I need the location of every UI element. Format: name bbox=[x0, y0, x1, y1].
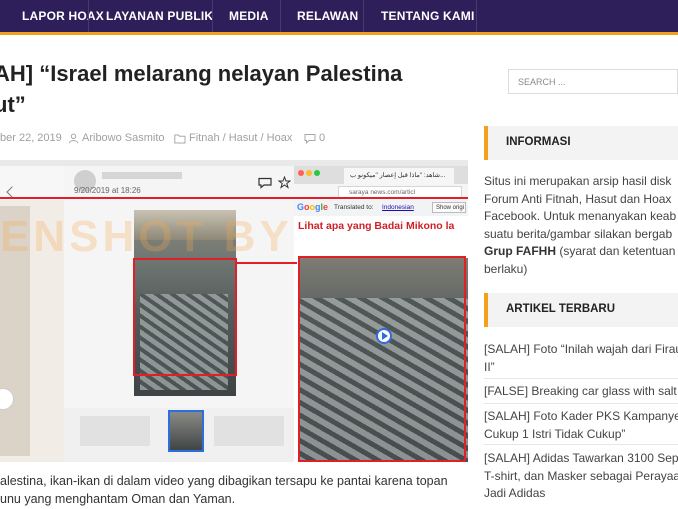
top-navigation: LAPOR HOAX LAYANAN PUBLIK MEDIA RELAWAN … bbox=[0, 0, 678, 32]
body-line: unu yang menghantam Oman dan Yaman. bbox=[0, 492, 236, 506]
recent-article-link[interactable]: [SALAH] Foto “Inilah wajah dari Firau II… bbox=[484, 341, 678, 376]
translated-headline: Lihat apa yang Badai Mikono la bbox=[298, 220, 455, 232]
social-post-panel: 9/20/2019 at 18:26 bbox=[64, 166, 294, 462]
search-input[interactable] bbox=[509, 70, 677, 93]
browser-tab[interactable]: شاهد: "ماذا قبل إعصار "ميكونو ب... bbox=[344, 168, 454, 184]
divider bbox=[484, 444, 678, 445]
play-icon[interactable] bbox=[376, 328, 392, 344]
nav-divider bbox=[88, 0, 89, 32]
divider bbox=[484, 403, 678, 404]
nav-divider bbox=[363, 0, 364, 32]
nav-item-tentang-kami[interactable]: TENTANG KAMI bbox=[381, 0, 475, 32]
phone-screenshot-panel bbox=[0, 166, 64, 462]
recent-article-link[interactable]: [FALSE] Breaking car glass with salt a bbox=[484, 383, 678, 401]
info-text: Situs ini merupakan arsip hasil disk For… bbox=[484, 173, 678, 278]
user-icon bbox=[68, 133, 79, 144]
info-line: Facebook. Untuk menanyakan keab bbox=[484, 209, 677, 223]
connector-line bbox=[237, 262, 297, 264]
search-box bbox=[508, 69, 678, 94]
group-link[interactable]: Grup FAFHH bbox=[484, 244, 556, 258]
post-categories[interactable]: Fitnah / Hasut / Hoax bbox=[189, 132, 292, 144]
article-title-line: ut” bbox=[0, 92, 26, 117]
browser-screenshot-panel: شاهد: "ماذا قبل إعصار "ميكونو ب... saray… bbox=[294, 166, 468, 462]
comment-icon bbox=[304, 134, 316, 144]
nav-item-media[interactable]: MEDIA bbox=[229, 0, 269, 32]
widget-header-informasi: INFORMASI bbox=[484, 126, 678, 160]
star-icon bbox=[278, 176, 291, 189]
widget-title: INFORMASI bbox=[506, 136, 571, 148]
folder-icon bbox=[174, 134, 186, 144]
nav-item-relawan[interactable]: RELAWAN bbox=[297, 0, 358, 32]
nav-divider bbox=[212, 0, 213, 32]
info-line: Forum Anti Fitnah, Hasut dan Hoax bbox=[484, 191, 672, 206]
widget-title: ARTIKEL TERBARU bbox=[506, 303, 616, 315]
info-line-rest: (syarat dan ketentuan p bbox=[556, 244, 678, 258]
divider bbox=[484, 378, 678, 379]
article-title-line: AH] “Israel melarang nelayan Palestina bbox=[0, 61, 403, 86]
recent-article-link[interactable]: [SALAH] Foto Kader PKS Kampanyeka Cukup … bbox=[484, 408, 678, 443]
nav-item-lapor-hoax[interactable]: LAPOR HOAX bbox=[22, 0, 104, 32]
nav-accent-bar bbox=[0, 32, 678, 35]
info-line: Grup FAFHH (syarat dan ketentuan p bbox=[484, 243, 678, 261]
post-author[interactable]: Aribowo Sasmito bbox=[82, 132, 165, 144]
highlight-box bbox=[133, 258, 237, 376]
show-original-button[interactable]: Show origi bbox=[432, 202, 466, 213]
featured-image: 9/20/2019 at 18:26 شاهد: "ماذا قبل إعصار… bbox=[0, 160, 468, 462]
translate-label: Translated to: bbox=[334, 204, 374, 211]
google-logo: Google bbox=[297, 202, 329, 212]
connector-line bbox=[0, 197, 468, 199]
translate-language[interactable]: Indonesian bbox=[382, 204, 414, 211]
recent-article-link[interactable]: [SALAH] Adidas Tawarkan 3100 Sepa T-shir… bbox=[484, 450, 678, 503]
article-body: alestina, ikan-ikan di dalam video yang … bbox=[0, 472, 468, 508]
info-line: berlaku) bbox=[484, 261, 528, 276]
comment-icon bbox=[258, 177, 272, 189]
widget-header-artikel-terbaru: ARTIKEL TERBARU bbox=[484, 293, 678, 327]
body-line: alestina, ikan-ikan di dalam video yang … bbox=[0, 474, 448, 488]
info-line: Situs ini merupakan arsip hasil disk bbox=[484, 174, 672, 188]
article-title: AH] “Israel melarang nelayan Palestina u… bbox=[0, 58, 464, 120]
highlight-box bbox=[298, 256, 466, 462]
nav-item-layanan-publik[interactable]: LAYANAN PUBLIK bbox=[106, 0, 213, 32]
post-timestamp: 9/20/2019 at 18:26 bbox=[74, 186, 141, 195]
nav-divider bbox=[476, 0, 477, 32]
nav-divider bbox=[280, 0, 281, 32]
post-date: ber 22, 2019 bbox=[0, 132, 62, 144]
info-line: suatu berita/gambar silakan bergab bbox=[484, 226, 673, 241]
comment-count[interactable]: 0 bbox=[319, 132, 325, 144]
selected-thumbnail[interactable] bbox=[168, 410, 204, 452]
